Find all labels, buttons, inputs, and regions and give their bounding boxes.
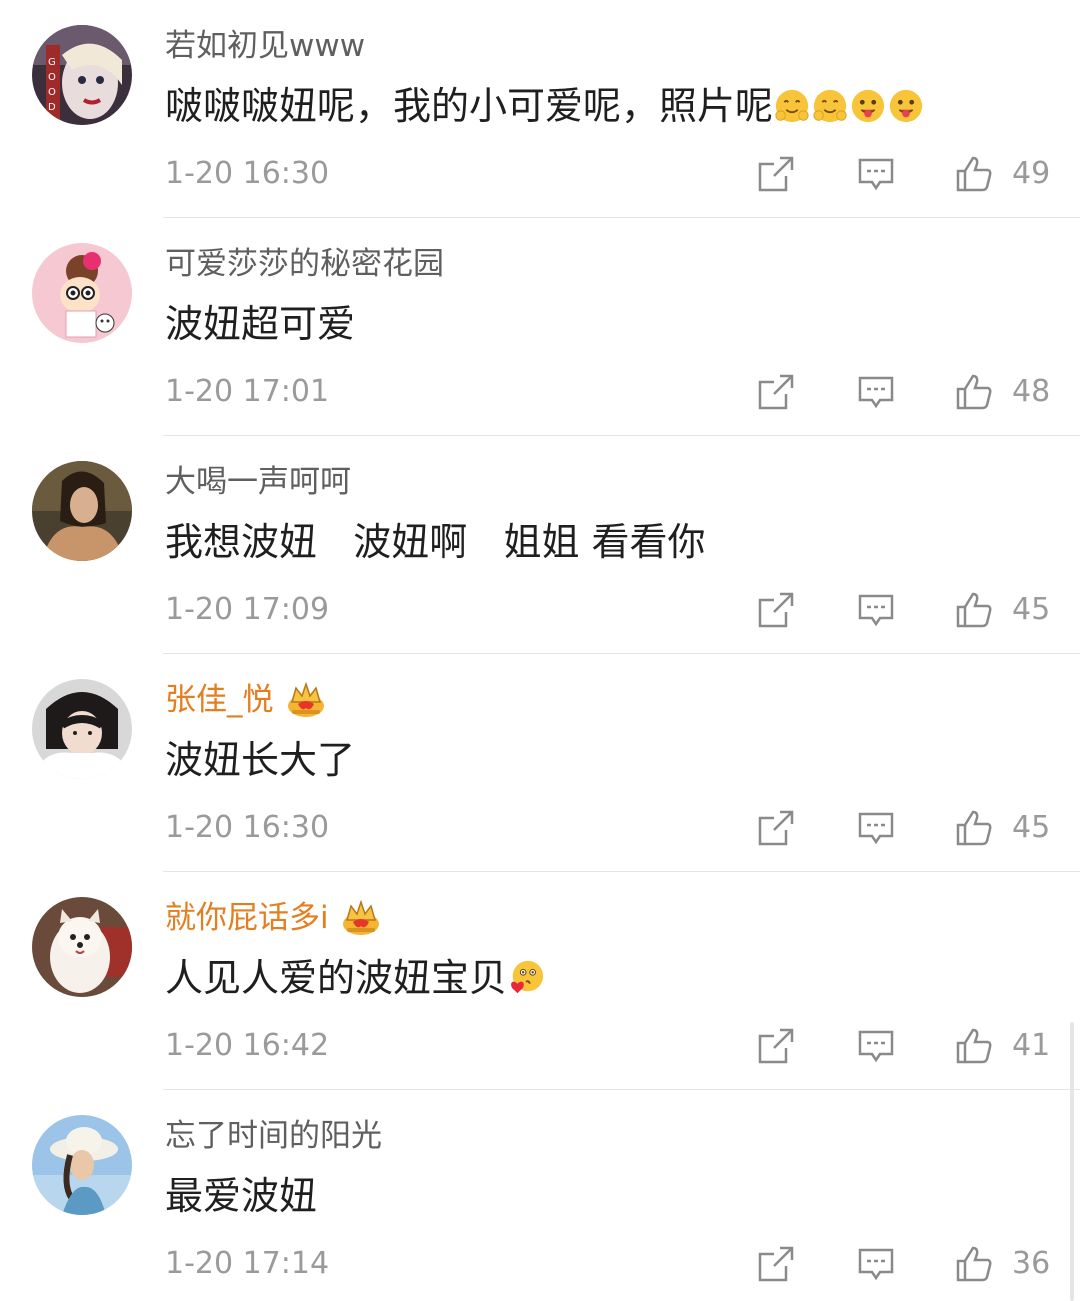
timestamp: 1-20 16:42 [165, 1028, 330, 1063]
comment-body: 啵啵啵妞呢，我的小可爱呢，照片呢 [165, 84, 774, 128]
comment-text: 啵啵啵妞呢，我的小可爱呢，照片呢 [165, 80, 925, 132]
like-count: 49 [1012, 156, 1051, 191]
timestamp: 1-20 17:09 [165, 592, 330, 627]
comment-text: 人见人爱的波妞宝贝 [165, 952, 545, 1004]
like-icon[interactable] [954, 590, 994, 630]
username[interactable]: 可爱莎莎的秘密花园 [165, 242, 444, 286]
like-count: 45 [1012, 810, 1051, 845]
username-text[interactable]: 忘了时间的阳光 [165, 1114, 382, 1158]
repost-icon[interactable] [756, 154, 796, 194]
timestamp: 1-20 16:30 [165, 810, 330, 845]
like-icon[interactable] [954, 1026, 994, 1066]
avatar[interactable]: G O O D [32, 25, 132, 125]
tongue-emoji-icon [889, 89, 923, 123]
like-count: 48 [1012, 374, 1051, 409]
comment-body: 波妞长大了 [165, 738, 356, 782]
avatar[interactable] [32, 461, 132, 561]
comment-body: 波妞超可爱 [165, 302, 356, 346]
avatar[interactable] [32, 243, 132, 343]
comment-item: 忘了时间的阳光 最爱波妞 1-20 17:14 36 [0, 1090, 1080, 1301]
username-text[interactable]: 就你屁话多i [165, 896, 329, 940]
repost-icon[interactable] [756, 1244, 796, 1284]
comment-icon[interactable] [856, 1026, 896, 1066]
username-text[interactable]: 可爱莎莎的秘密花园 [165, 242, 444, 286]
comment-icon[interactable] [856, 808, 896, 848]
kiss-heart-emoji-icon [511, 960, 544, 994]
comment-icon[interactable] [856, 1244, 896, 1284]
like-count: 45 [1012, 592, 1051, 627]
comment-text: 波妞超可爱 [165, 298, 355, 350]
comment-icon[interactable] [856, 372, 896, 412]
like-icon[interactable] [954, 1244, 994, 1284]
svg-text:O: O [48, 72, 56, 83]
like-icon[interactable] [954, 154, 994, 194]
svg-text:G: G [48, 57, 56, 68]
comment-icon[interactable] [856, 590, 896, 630]
username[interactable]: 若如初见www [165, 24, 365, 68]
comment-body: 我想波妞 波妞啊 姐姐 看看你 [165, 520, 706, 564]
tongue-emoji-icon [851, 89, 885, 123]
repost-icon[interactable] [756, 1026, 796, 1066]
avatar[interactable] [32, 1115, 132, 1215]
comment-item: 张佳_悦 波妞长大了 1-20 16:30 45 [0, 654, 1080, 872]
like-icon[interactable] [954, 808, 994, 848]
username-text[interactable]: 若如初见www [165, 24, 365, 68]
username-text[interactable]: 大喝一声呵呵 [165, 460, 351, 504]
vip-crown-icon [287, 682, 324, 717]
repost-icon[interactable] [756, 372, 796, 412]
svg-text:O: O [48, 87, 56, 98]
like-icon[interactable] [954, 372, 994, 412]
comment-item: G O O D 若如初见www 啵啵啵妞呢，我的小可爱呢，照片呢 1-20 16… [0, 0, 1080, 218]
username-vip[interactable]: 张佳_悦 [165, 678, 326, 722]
username[interactable]: 忘了时间的阳光 [165, 1114, 382, 1158]
comment-body: 最爱波妞 [165, 1174, 318, 1218]
timestamp: 1-20 16:30 [165, 156, 330, 191]
comment-icon[interactable] [856, 154, 896, 194]
comment-list: G O O D 若如初见www 啵啵啵妞呢，我的小可爱呢，照片呢 1-20 16… [0, 0, 1080, 1301]
comment-item: 就你屁话多i 人见人爱的波妞宝贝 1-20 16:42 41 [0, 872, 1080, 1090]
avatar[interactable] [32, 897, 132, 997]
comment-text: 最爱波妞 [165, 1170, 317, 1222]
vip-crown-icon [342, 900, 379, 935]
svg-text:D: D [48, 102, 56, 113]
like-count: 36 [1012, 1246, 1051, 1281]
timestamp: 1-20 17:14 [165, 1246, 330, 1281]
comment-body: 人见人爱的波妞宝贝 [165, 956, 508, 1000]
comment-item: 可爱莎莎的秘密花园 波妞超可爱 1-20 17:01 48 [0, 218, 1080, 436]
username[interactable]: 大喝一声呵呵 [165, 460, 351, 504]
comment-text: 我想波妞 波妞啊 姐姐 看看你 [165, 516, 706, 568]
like-count: 41 [1012, 1028, 1051, 1063]
hug-emoji-icon [813, 89, 847, 123]
avatar[interactable] [32, 679, 132, 779]
comment-item: 大喝一声呵呵 我想波妞 波妞啊 姐姐 看看你 1-20 17:09 45 [0, 436, 1080, 654]
timestamp: 1-20 17:01 [165, 374, 330, 409]
scrollbar[interactable] [1070, 1022, 1074, 1301]
hug-emoji-icon [775, 89, 809, 123]
comment-text: 波妞长大了 [165, 734, 355, 786]
repost-icon[interactable] [756, 808, 796, 848]
username-text[interactable]: 张佳_悦 [165, 678, 274, 722]
repost-icon[interactable] [756, 590, 796, 630]
username-vip[interactable]: 就你屁话多i [165, 896, 381, 940]
